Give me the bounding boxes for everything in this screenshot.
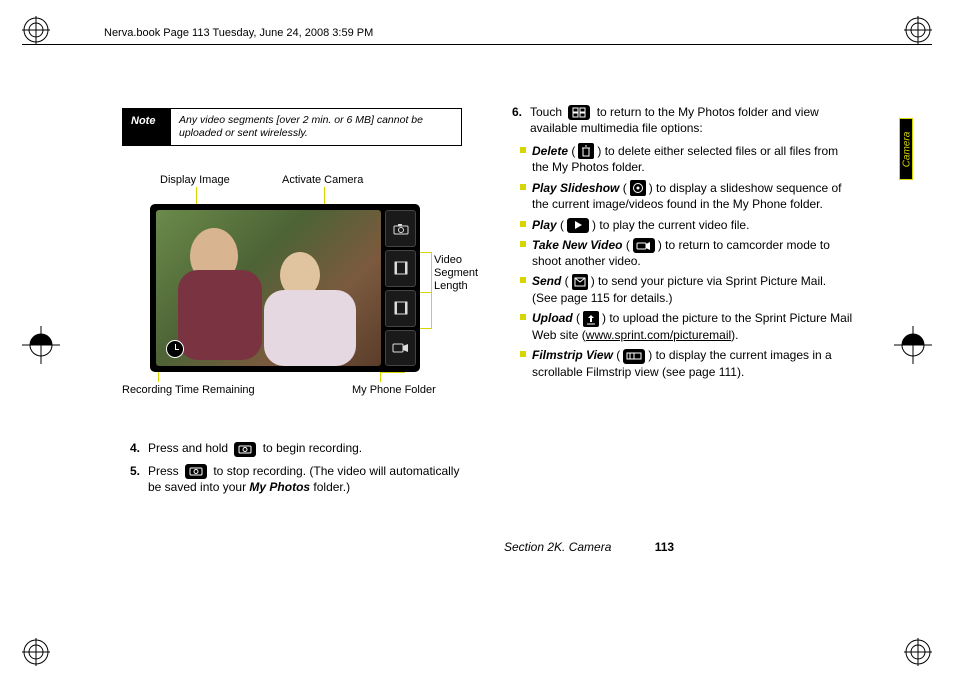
- option-name: Play Slideshow: [532, 181, 619, 195]
- step-6: 6. Touch to return to the My Photos fold…: [512, 104, 854, 137]
- regmark-tl: [22, 16, 50, 44]
- option-text: ).: [731, 328, 738, 342]
- option-play-slideshow: Play Slideshow () to display a slideshow…: [520, 180, 854, 213]
- header-line: Nerva.book Page 113 Tuesday, June 24, 20…: [104, 27, 373, 39]
- trash-icon: [578, 143, 594, 159]
- option-name: Send: [532, 274, 561, 288]
- option-filmstrip: Filmstrip View () to display the current…: [520, 347, 854, 380]
- step-text: folder.): [310, 480, 350, 494]
- step-5: 5. Press to stop recording. (The video w…: [130, 463, 472, 496]
- slideshow-icon: [630, 180, 646, 196]
- step-text: Press and hold: [148, 441, 231, 455]
- label-recording-time: Recording Time Remaining: [122, 384, 255, 397]
- step-emphasis: My Photos: [249, 480, 310, 494]
- step-text: Press: [148, 464, 182, 478]
- step-number: 4.: [130, 440, 148, 456]
- option-take-new-video: Take New Video () to return to camcorder…: [520, 237, 854, 270]
- header-rule: [22, 44, 932, 45]
- label-video-segment-length: Video Segment Length: [434, 254, 478, 292]
- film-icon: [385, 290, 416, 327]
- camera-button-icon: [234, 442, 256, 457]
- option-send: Send () to send your picture via Sprint …: [520, 273, 854, 306]
- regmark-bl: [22, 638, 50, 666]
- film-icon: [385, 250, 416, 287]
- gallery-icon: [568, 105, 590, 120]
- option-name: Take New Video: [532, 238, 622, 252]
- note-label: Note: [123, 109, 171, 145]
- camcorder-icon: [385, 330, 416, 367]
- option-name: Upload: [532, 311, 573, 325]
- option-name: Play: [532, 218, 557, 232]
- option-text: ) to play the current video file.: [592, 218, 749, 232]
- option-link: www.sprint.com/picturemail: [586, 328, 731, 342]
- footer-section: Section 2K. Camera: [504, 540, 611, 554]
- footer-page-number: 113: [655, 540, 674, 554]
- filmstrip-icon: [623, 349, 645, 364]
- note-text: Any video segments [over 2 min. or 6 MB]…: [171, 109, 461, 145]
- camcorder-icon: [633, 238, 655, 253]
- label-my-phone-folder: My Phone Folder: [352, 384, 436, 397]
- step-number: 5.: [130, 463, 148, 496]
- camera-icon: [385, 210, 416, 247]
- footer: Section 2K. Camera 113: [504, 540, 674, 554]
- play-icon: [567, 218, 589, 233]
- step-text: to begin recording.: [259, 441, 362, 455]
- side-tab-label: Camera: [902, 125, 913, 175]
- step-number: 6.: [512, 104, 530, 137]
- camera-button-icon: [185, 464, 207, 479]
- device-screen: [150, 204, 420, 372]
- label-display-image: Display Image: [160, 174, 230, 187]
- regmark-br: [904, 638, 932, 666]
- regmark-tr: [904, 16, 932, 44]
- display-image: [156, 210, 381, 366]
- label-activate-camera: Activate Camera: [282, 174, 363, 187]
- side-tab-camera: Camera: [899, 118, 913, 180]
- step-4: 4. Press and hold to begin recording.: [130, 440, 472, 456]
- camera-diagram: Display Image Activate Camera Video Segm…: [122, 174, 482, 434]
- option-name: Delete: [532, 144, 568, 158]
- mail-icon: [572, 274, 588, 290]
- regmark-mr: [894, 326, 932, 364]
- option-name: Filmstrip View: [532, 348, 613, 362]
- upload-icon: [583, 311, 599, 327]
- option-play: Play () to play the current video file.: [520, 217, 854, 233]
- option-delete: Delete () to delete either selected file…: [520, 143, 854, 176]
- step-text: Touch: [530, 105, 565, 119]
- note-box: Note Any video segments [over 2 min. or …: [122, 108, 462, 146]
- regmark-ml: [22, 326, 60, 364]
- clock-icon: [166, 340, 184, 358]
- option-upload: Upload () to upload the picture to the S…: [520, 310, 854, 343]
